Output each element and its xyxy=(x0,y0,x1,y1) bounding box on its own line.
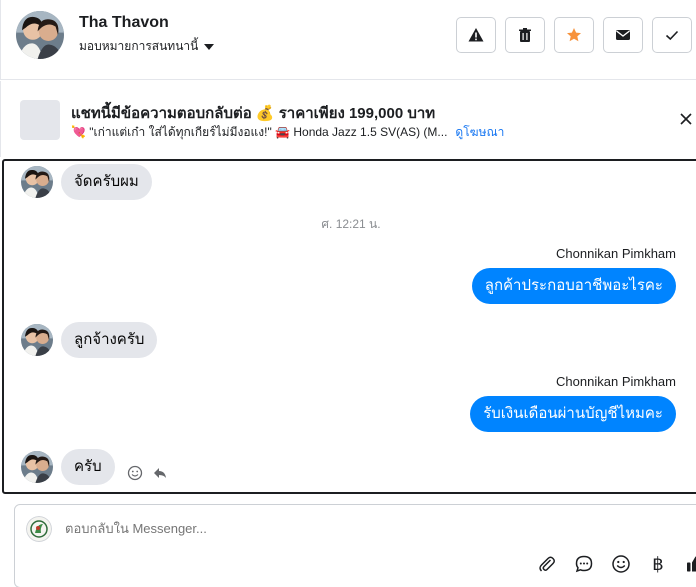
emoji-icon xyxy=(612,555,630,573)
check-icon xyxy=(665,30,679,41)
header-actions xyxy=(456,17,692,53)
message-input[interactable] xyxy=(65,521,465,536)
assign-conversation-dropdown[interactable]: มอบหมายการสนทนานี้ xyxy=(79,37,215,56)
sender-avatar xyxy=(21,166,53,198)
view-ad-link[interactable]: ดูโฆษณา xyxy=(455,123,504,142)
ad-context-banner: แชทนี้มีข้อความตอบกลับต่อ 💰 ราคาเพียง 19… xyxy=(0,81,696,157)
paperclip-icon xyxy=(539,556,555,572)
incoming-message[interactable]: จัดครับผม xyxy=(61,164,152,200)
like-button[interactable] xyxy=(684,553,696,575)
mark-done-button[interactable] xyxy=(652,17,692,53)
incoming-message[interactable]: ครับ xyxy=(61,449,115,485)
ad-title: แชทนี้มีข้อความตอบกลับต่อ 💰 ราคาเพียง 19… xyxy=(71,105,436,122)
page-avatar xyxy=(26,516,52,542)
sender-name: Chonnikan Pimkham xyxy=(556,374,676,389)
ad-subtitle-row: 💘 "เก่าแต่เก๋า ใส่ได้ทุกเกียร์ไม่มีงอแง!… xyxy=(71,123,504,142)
report-button[interactable] xyxy=(456,17,496,53)
baht-icon: ฿ xyxy=(652,553,664,574)
star-icon xyxy=(567,28,581,42)
message-timestamp: ศ. 12:21 น. xyxy=(321,217,381,231)
message-row-incoming: จัดครับผม xyxy=(21,164,152,200)
ad-subtitle: 💘 "เก่าแต่เก๋า ใส่ได้ทุกเกียร์ไม่มีงอแง!… xyxy=(71,125,448,139)
composer-toolbar: ฿ xyxy=(536,553,696,575)
message-thread[interactable]: จัดครับผม ศ. 12:21 น. Chonnikan Pimkham … xyxy=(2,159,696,494)
delete-button[interactable] xyxy=(505,17,545,53)
chat-bubble-icon xyxy=(575,555,593,573)
warning-icon xyxy=(468,28,484,42)
sender-avatar xyxy=(21,451,53,483)
star-button[interactable] xyxy=(554,17,594,53)
contact-avatar[interactable] xyxy=(16,11,64,59)
outgoing-message[interactable]: ลูกค้าประกอบอาชีพอะไรคะ xyxy=(471,268,676,304)
close-icon[interactable] xyxy=(678,111,694,127)
mark-unread-button[interactable] xyxy=(603,17,643,53)
contact-name[interactable]: Tha Thavon xyxy=(79,14,169,32)
saved-replies-button[interactable] xyxy=(573,553,595,575)
conversation-header: Tha Thavon มอบหมายการสนทนานี้ xyxy=(0,0,696,80)
trash-icon xyxy=(519,28,531,42)
message-actions xyxy=(127,465,168,481)
react-emoji-icon[interactable] xyxy=(127,465,143,481)
ad-thumbnail xyxy=(20,100,60,140)
sender-name: Chonnikan Pimkham xyxy=(556,246,676,261)
emoji-button[interactable] xyxy=(610,553,632,575)
message-row-incoming: ลูกจ้างครับ xyxy=(21,322,158,358)
thumbs-up-icon xyxy=(687,556,696,572)
sender-avatar xyxy=(21,324,53,356)
envelope-icon xyxy=(616,30,630,40)
reply-icon[interactable] xyxy=(152,465,168,481)
payment-button[interactable]: ฿ xyxy=(647,553,669,575)
caret-down-icon xyxy=(204,43,215,50)
assign-label: มอบหมายการสนทนานี้ xyxy=(79,39,199,53)
incoming-message[interactable]: ลูกจ้างครับ xyxy=(61,322,158,358)
reply-composer: ฿ xyxy=(14,504,696,587)
outgoing-message[interactable]: รับเงินเดือนผ่านบัญชีไหมคะ xyxy=(470,396,676,432)
attach-button[interactable] xyxy=(536,553,558,575)
message-row-incoming: ครับ xyxy=(21,449,168,485)
